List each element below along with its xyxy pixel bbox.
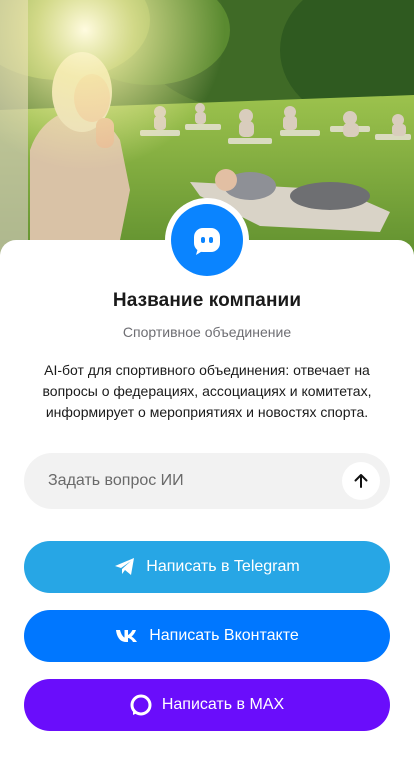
- vk-icon: [115, 628, 139, 644]
- chat-bot-icon: [171, 204, 243, 276]
- telegram-icon: [114, 557, 136, 577]
- max-icon: [130, 694, 152, 716]
- telegram-button-label: Написать в Telegram: [146, 558, 300, 575]
- company-description: AI-бот для спортивного объединения: отве…: [42, 362, 372, 420]
- send-button[interactable]: [342, 462, 380, 500]
- company-name: Название компании: [112, 290, 302, 311]
- telegram-button[interactable]: Написать в Telegram: [24, 541, 390, 593]
- vk-button[interactable]: Написать Вконтакте: [24, 610, 390, 662]
- ask-ai-field: [24, 453, 390, 509]
- avatar: [165, 198, 249, 282]
- ask-ai-input[interactable]: [48, 472, 342, 490]
- arrow-up-icon: [354, 474, 368, 488]
- max-button-label: Написать в MAX: [161, 696, 285, 713]
- vk-button-label: Написать Вконтакте: [149, 627, 299, 644]
- max-button[interactable]: Написать в MAX: [24, 679, 390, 731]
- company-category: Спортивное объединение: [122, 324, 292, 340]
